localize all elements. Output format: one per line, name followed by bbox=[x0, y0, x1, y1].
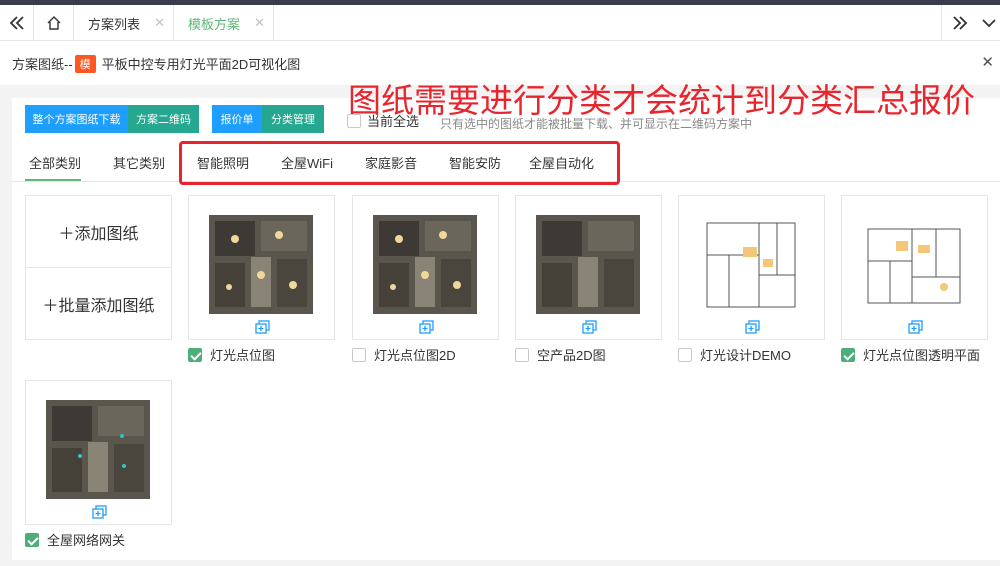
drawing-card[interactable] bbox=[841, 195, 988, 340]
copy-icon[interactable] bbox=[255, 320, 270, 334]
drawing-card[interactable] bbox=[352, 195, 499, 340]
drawing-item[interactable]: 灯光点位图 bbox=[188, 345, 275, 364]
page-title: 方案图纸-- 模 平板中控专用灯光平面2D可视化图 bbox=[12, 54, 300, 73]
drawing-label: 空产品2D图 bbox=[537, 348, 606, 363]
drawing-label: 灯光点位图2D bbox=[374, 348, 456, 363]
drawing-card[interactable] bbox=[25, 380, 172, 525]
qr-code-button[interactable]: 方案二维码 bbox=[128, 105, 199, 133]
double-chevron-left-icon bbox=[9, 16, 24, 30]
tab-bar: 方案列表 ✕ 模板方案 ✕ bbox=[0, 5, 1000, 41]
double-chevron-right-icon bbox=[952, 16, 967, 30]
chevron-down-icon bbox=[981, 19, 996, 28]
drawing-item[interactable]: 灯光设计DEMO bbox=[678, 345, 791, 364]
copy-icon[interactable] bbox=[92, 505, 107, 519]
plan-title: 平板中控专用灯光平面2D可视化图 bbox=[101, 57, 301, 72]
drawing-label: 灯光点位图透明平面 bbox=[863, 348, 981, 363]
floorplan-thumbnail bbox=[209, 215, 313, 314]
floorplan-thumbnail bbox=[699, 215, 803, 314]
batch-add-drawing-button[interactable]: ＋批量添加图纸 bbox=[26, 268, 171, 340]
tabs-scroll-right-button[interactable] bbox=[941, 5, 977, 41]
copy-icon[interactable] bbox=[582, 320, 597, 334]
tabs-menu-button[interactable] bbox=[977, 5, 1000, 41]
drawing-card[interactable] bbox=[515, 195, 662, 340]
quote-button[interactable]: 报价单 bbox=[212, 105, 262, 133]
select-all-label: 当前全选 bbox=[367, 114, 420, 129]
tab-label: 方案列表 bbox=[88, 16, 141, 32]
tab-plan-list[interactable]: 方案列表 ✕ bbox=[74, 5, 174, 41]
checkbox[interactable] bbox=[347, 113, 361, 128]
annotation-highlight-box bbox=[179, 141, 620, 185]
tab-label: 模板方案 bbox=[188, 16, 241, 32]
add-drawing-panel: ＋添加图纸 ＋批量添加图纸 bbox=[25, 195, 172, 340]
tabs-scroll-left-button[interactable] bbox=[0, 5, 34, 41]
checkbox[interactable] bbox=[352, 347, 366, 362]
drawing-item[interactable]: 灯光点位图透明平面 bbox=[841, 345, 980, 364]
copy-icon[interactable] bbox=[745, 320, 760, 334]
home-icon bbox=[47, 16, 60, 30]
selection-hint: 只有选中的图纸才能被批量下载、并可显示在二维码方案中 bbox=[440, 117, 753, 131]
drawing-item[interactable]: 灯光点位图2D bbox=[352, 345, 456, 364]
close-icon[interactable]: ✕ bbox=[254, 15, 265, 31]
add-drawing-button[interactable]: ＋添加图纸 bbox=[26, 196, 171, 268]
floorplan-thumbnail bbox=[46, 400, 150, 499]
drawing-item[interactable]: 空产品2D图 bbox=[515, 345, 606, 364]
template-badge: 模 bbox=[74, 54, 96, 73]
title-prefix: 方案图纸-- bbox=[12, 57, 73, 72]
checkbox[interactable] bbox=[841, 347, 855, 362]
checkbox[interactable] bbox=[188, 347, 202, 362]
tab-category-all[interactable]: 全部类别 bbox=[29, 153, 81, 172]
drawing-card[interactable] bbox=[678, 195, 825, 340]
close-icon[interactable]: ✕ bbox=[981, 53, 994, 71]
active-category-underline bbox=[25, 179, 81, 181]
category-manage-button[interactable]: 分类管理 bbox=[262, 105, 324, 133]
copy-icon[interactable] bbox=[908, 320, 923, 334]
drawing-card[interactable] bbox=[188, 195, 335, 340]
floorplan-thumbnail bbox=[862, 215, 966, 314]
drawing-item[interactable]: 全屋网络网关 bbox=[25, 530, 125, 549]
copy-icon[interactable] bbox=[419, 320, 434, 334]
home-tab[interactable] bbox=[34, 5, 74, 41]
checkbox[interactable] bbox=[678, 347, 692, 362]
floorplan-thumbnail bbox=[373, 215, 477, 314]
floorplan-thumbnail bbox=[536, 215, 640, 314]
drawing-label: 全屋网络网关 bbox=[47, 533, 126, 548]
drawing-label: 灯光设计DEMO bbox=[700, 348, 792, 363]
tab-template-plan[interactable]: 模板方案 ✕ bbox=[174, 5, 274, 41]
select-all-checkbox[interactable]: 当前全选 bbox=[347, 111, 419, 130]
checkbox[interactable] bbox=[25, 532, 39, 547]
tab-category-other[interactable]: 其它类别 bbox=[113, 153, 165, 172]
checkbox[interactable] bbox=[515, 347, 529, 362]
download-all-button[interactable]: 整个方案图纸下载 bbox=[25, 105, 128, 133]
close-icon[interactable]: ✕ bbox=[154, 15, 165, 31]
drawing-label: 灯光点位图 bbox=[210, 348, 276, 363]
